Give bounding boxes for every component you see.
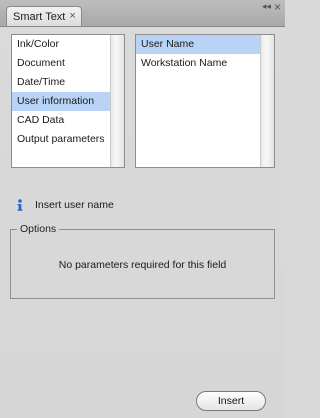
category-item-output-parameters[interactable]: Output parameters [12,130,110,149]
collapse-panel-icon[interactable]: ◂◂ [262,1,271,12]
info-icon [14,198,26,212]
category-item-cad-data[interactable]: CAD Data [12,111,110,130]
category-item-user-information[interactable]: User information [12,92,110,111]
field-list[interactable]: User Name Workstation Name [135,34,275,168]
category-item-document[interactable]: Document [12,54,110,73]
category-list[interactable]: Ink/Color Document Date/Time User inform… [11,34,125,168]
insert-button[interactable]: Insert [196,391,266,411]
panel-tab-bar: Smart Text × ◂◂ × [0,0,285,27]
options-legend: Options [17,223,60,235]
category-list-scrollbar[interactable] [110,35,124,167]
smart-text-panel: Smart Text × ◂◂ × Ink/Color Document Dat… [0,0,285,418]
tab-label: Smart Text [13,10,66,23]
options-message: No parameters required for this field [58,259,227,271]
options-group: Options No parameters required for this … [10,223,275,299]
tab-smart-text[interactable]: Smart Text × [6,6,82,26]
field-item-workstation-name[interactable]: Workstation Name [136,54,260,73]
category-item-ink-color[interactable]: Ink/Color [12,35,110,54]
field-list-scrollbar[interactable] [260,35,274,167]
field-description-text: Insert user name [35,199,114,211]
tab-close-icon[interactable]: × [69,11,75,22]
close-panel-icon[interactable]: × [274,1,281,13]
field-description: Insert user name [14,198,114,212]
category-item-date-time[interactable]: Date/Time [12,73,110,92]
field-item-user-name[interactable]: User Name [136,35,260,54]
